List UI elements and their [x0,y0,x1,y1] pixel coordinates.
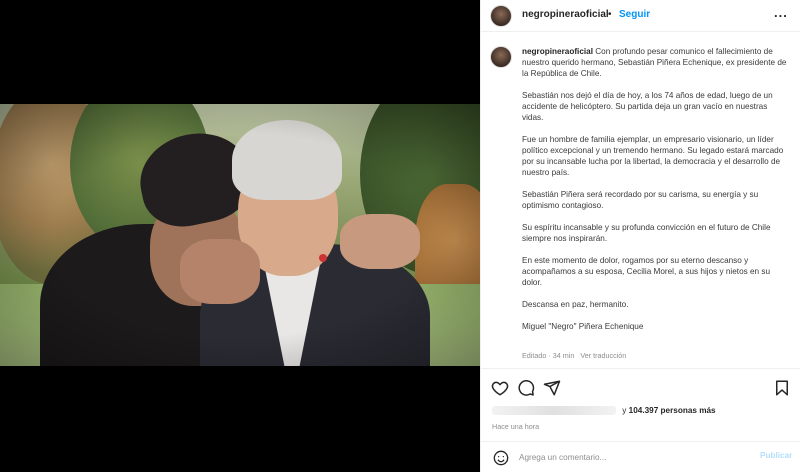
likes-summary[interactable]: y 104.397 personas más [492,406,716,416]
post-photo[interactable] [0,104,480,366]
likes-suffix[interactable]: personas más [661,406,716,415]
caption-meta: Editado · 34 min Ver traducción [522,351,630,360]
likes-prefix: y [622,406,627,415]
bookmark-icon[interactable] [773,379,791,397]
publish-comment-button[interactable]: Publicar [760,451,792,460]
caption-paragraph: En este momento de dolor, rogamos por su… [522,256,771,287]
caption-paragraph: Fue un hombre de familia ejemplar, un em… [522,135,784,177]
caption-paragraph: Sebastián Piñera será recordado por su c… [522,190,759,210]
post-media [0,0,480,472]
post-side-panel: negropineraoficial • Seguir ... negropin… [480,0,800,472]
separator-dot: • [608,9,612,20]
post-header: negropineraoficial • Seguir ... [481,0,800,32]
post-timestamp: Hace una hora [492,422,540,431]
caption-area: negropineraoficial Con profundo pesar co… [481,32,800,368]
see-translation-link[interactable]: Ver traducción [580,351,626,360]
more-options-button[interactable]: ... [774,5,788,20]
liked-by-names [492,406,616,416]
comment-bar: Publicar [481,441,800,472]
comment-icon[interactable] [517,379,535,397]
username-link[interactable]: negropineraoficial [522,9,609,20]
heart-icon[interactable] [491,379,509,397]
avatar[interactable] [490,5,512,27]
photo-vignette [0,104,480,366]
follow-button[interactable]: Seguir [619,9,650,20]
emoji-icon[interactable] [493,450,509,466]
edited-time: Editado · 34 min [522,351,575,360]
avatar[interactable] [490,46,512,68]
caption-signature: Miguel "Negro" Piñera Echenique [522,322,644,331]
share-icon[interactable] [543,379,561,397]
caption-paragraph: Su espíritu incansable y su profunda con… [522,223,771,243]
action-bar [481,368,800,406]
caption-paragraph: Sebastián nos dejó el día de hoy, a los … [522,91,773,122]
caption-username[interactable]: negropineraoficial [522,47,593,56]
post-caption: negropineraoficial Con profundo pesar co… [522,46,790,343]
caption-paragraph: Descansa en paz, hermanito. [522,300,629,309]
likes-count[interactable]: 104.397 [629,406,659,415]
comment-input[interactable] [519,449,749,465]
